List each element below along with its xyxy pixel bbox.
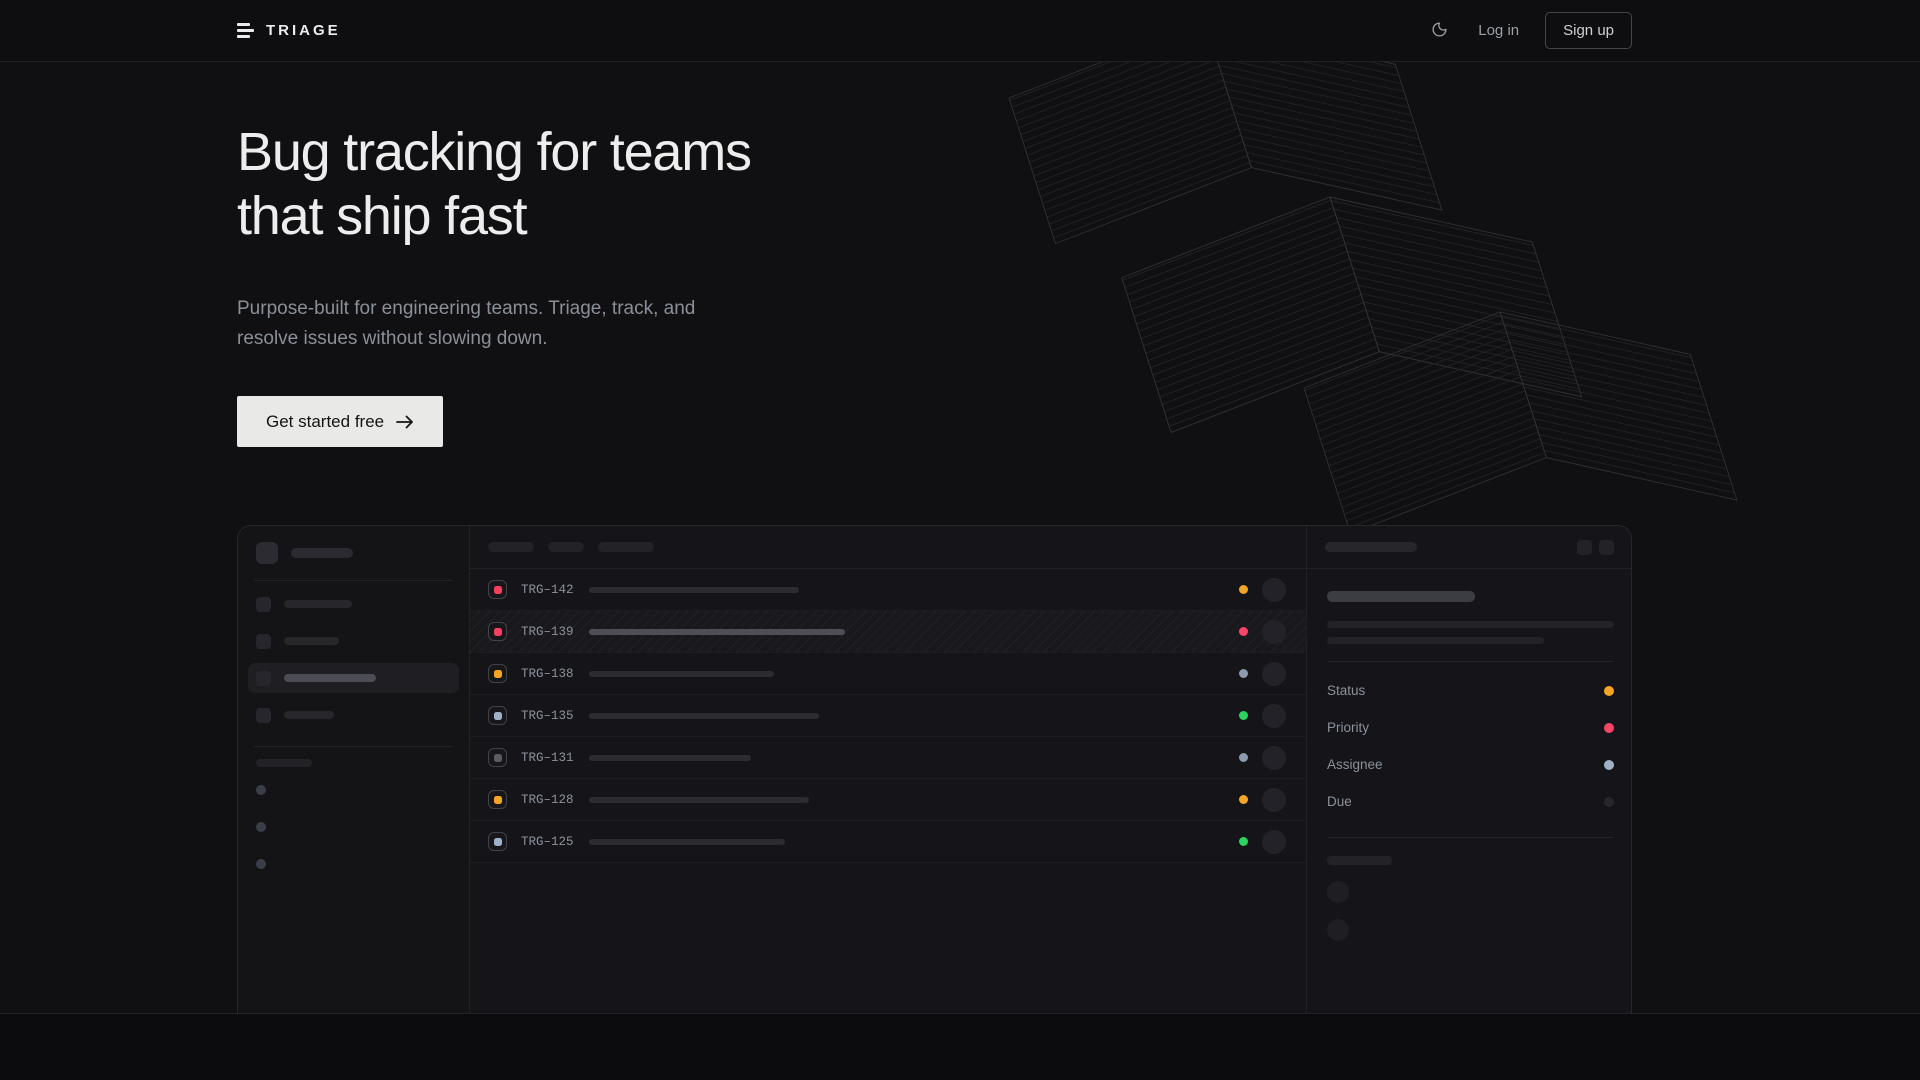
mock-property-label: Assignee — [1327, 757, 1383, 772]
mock-issue-type-icon — [488, 832, 507, 851]
mock-issue-title-bar — [589, 797, 809, 803]
mock-avatar — [1262, 704, 1286, 728]
mock-avatar — [1262, 620, 1286, 644]
mock-nav-item — [248, 626, 459, 656]
mock-issue-id: TRG–139 — [521, 625, 583, 639]
footer — [0, 1013, 1920, 1080]
mock-issue-type-icon — [488, 622, 507, 641]
mock-issue-title-skeleton — [1327, 591, 1475, 602]
mock-list-header — [470, 526, 1306, 569]
mock-activity-label — [1327, 856, 1392, 865]
top-nav: TRIAGE Log in Sign up — [0, 0, 1920, 62]
mock-property-dot — [1604, 686, 1614, 696]
mock-issue-title-bar — [589, 839, 785, 845]
mock-property-dot — [1604, 760, 1614, 770]
mock-issue-row: TRG–139 — [470, 611, 1306, 653]
mock-property-row: Status — [1327, 672, 1614, 709]
mock-avatar — [1262, 830, 1286, 854]
mock-property-list: Status Priority Assignee Due — [1327, 672, 1614, 820]
login-link[interactable]: Log in — [1478, 22, 1519, 39]
mock-nav-item — [248, 589, 459, 619]
mock-issue-type-icon — [488, 748, 507, 767]
page-title: Bug tracking for teams that ship fast — [237, 120, 1632, 248]
mock-property-row: Priority — [1327, 709, 1614, 746]
mock-workspace-switcher — [256, 542, 451, 564]
mock-issue-type-icon — [488, 580, 507, 599]
mock-issue-row: TRG–138 — [470, 653, 1306, 695]
triage-logo-icon — [237, 23, 254, 38]
mock-nav-item-active — [248, 663, 459, 693]
mock-issue-row: TRG–135 — [470, 695, 1306, 737]
get-started-button[interactable]: Get started free — [237, 396, 443, 447]
mock-property-row: Due — [1327, 783, 1614, 820]
mock-issue-id: TRG–128 — [521, 793, 583, 807]
mock-issue-id: TRG–131 — [521, 751, 583, 765]
mock-issue-id: TRG–125 — [521, 835, 583, 849]
mock-issue-title-bar — [589, 629, 845, 635]
mock-issue-id: TRG–138 — [521, 667, 583, 681]
mock-issue-id: TRG–135 — [521, 709, 583, 723]
mock-issue-row: TRG–128 — [470, 779, 1306, 821]
mock-activity-avatars — [1327, 881, 1614, 941]
mock-issue-row: TRG–125 — [470, 821, 1306, 863]
mock-status-dot — [1239, 669, 1248, 678]
nav-actions: Log in Sign up — [1427, 12, 1632, 49]
mock-issue-title-bar — [589, 713, 819, 719]
mock-property-label: Due — [1327, 794, 1352, 809]
mock-avatar — [1262, 662, 1286, 686]
mock-status-dot — [1239, 795, 1248, 804]
mock-status-dot — [1239, 627, 1248, 636]
mock-avatar — [1262, 578, 1286, 602]
hero-subtitle: Purpose-built for engineering teams. Tri… — [237, 294, 1632, 354]
app-mockup: TRG–142 TRG–139 TRG–138 TRG–135 — [237, 525, 1632, 1013]
brand-logo: TRIAGE — [237, 22, 341, 39]
moon-icon — [1431, 21, 1448, 41]
mock-avatar — [1262, 746, 1286, 770]
mock-issue-type-icon — [488, 706, 507, 725]
mock-avatar — [1262, 788, 1286, 812]
mock-issue-title-bar — [589, 755, 751, 761]
mock-issue-id: TRG–142 — [521, 583, 583, 597]
mock-property-dot — [1604, 723, 1614, 733]
brand-name: TRIAGE — [266, 22, 341, 39]
mock-property-label: Status — [1327, 683, 1365, 698]
mock-panel-action-squares — [1577, 540, 1614, 555]
mock-status-dot — [1239, 837, 1248, 846]
mock-issue-type-icon — [488, 664, 507, 683]
mock-issue-row: TRG–142 — [470, 569, 1306, 611]
mock-property-dot — [1604, 797, 1614, 807]
mock-issue-type-icon — [488, 790, 507, 809]
mock-nav-item — [248, 700, 459, 730]
arrow-right-icon — [396, 415, 414, 429]
mock-property-row: Assignee — [1327, 746, 1614, 783]
mock-sidebar-nav — [256, 589, 451, 730]
mock-detail-panel: Status Priority Assignee Due — [1306, 526, 1632, 1013]
mock-status-dot — [1239, 585, 1248, 594]
mock-issue-title-bar — [589, 671, 774, 677]
mock-sidebar — [238, 526, 470, 1013]
mock-property-label: Priority — [1327, 720, 1369, 735]
mock-issue-title-bar — [589, 587, 799, 593]
signup-button[interactable]: Sign up — [1545, 12, 1632, 49]
mock-section-label — [256, 759, 312, 767]
mock-status-dot — [1239, 711, 1248, 720]
theme-toggle-button[interactable] — [1427, 17, 1452, 45]
mock-label-dots — [256, 785, 451, 869]
mock-panel-header — [1307, 526, 1632, 569]
mock-issue-row: TRG–131 — [470, 737, 1306, 779]
mock-issue-list: TRG–142 TRG–139 TRG–138 TRG–135 — [470, 526, 1306, 1013]
mock-status-dot — [1239, 753, 1248, 762]
hero-section: Bug tracking for teams that ship fast Pu… — [0, 62, 1920, 1013]
